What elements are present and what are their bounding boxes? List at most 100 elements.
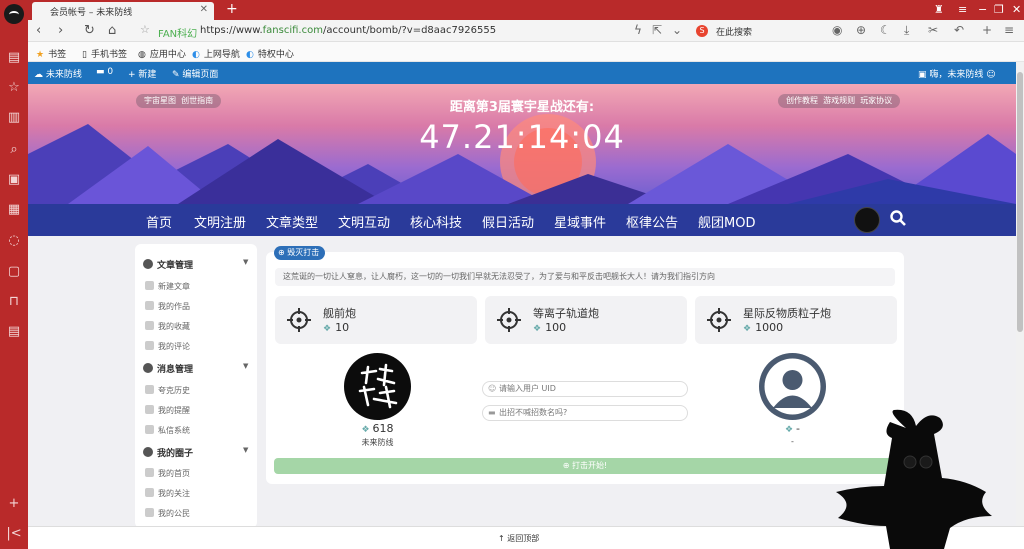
game-icon[interactable]: ⊕ bbox=[856, 23, 866, 37]
site-name-link[interactable]: ☁ 未来防线 bbox=[34, 67, 82, 80]
sidebar-section-title[interactable]: 文章管理 ▼ bbox=[143, 258, 248, 271]
tab-title: 会员帐号 – 未来防线 bbox=[50, 8, 133, 18]
sidebar-item[interactable]: 私信系统 bbox=[145, 425, 190, 436]
flash-icon[interactable]: ϟ bbox=[634, 23, 642, 37]
comments-link[interactable]: ▬ 0 bbox=[96, 67, 113, 77]
sidebar-item[interactable]: 我的作品 bbox=[145, 301, 190, 312]
chat-icon[interactable]: ◌ bbox=[6, 233, 22, 249]
user-greeting[interactable]: ▣ 嗨，未来防线 ☺ bbox=[918, 67, 996, 80]
more-menu-icon[interactable]: ≡ bbox=[1004, 23, 1014, 37]
message-input[interactable]: ▬ 出招不喊招数名吗? bbox=[482, 405, 688, 421]
search-engine-icon: S bbox=[696, 25, 708, 37]
main-nav: 首页 文明注册 文章类型 文明互动 核心科技 假日活动 星域事件 枢律公告 舰团… bbox=[28, 204, 1016, 236]
nav-item[interactable]: 文明注册 bbox=[194, 212, 246, 231]
download-icon[interactable]: ⤓ bbox=[904, 23, 909, 38]
nav-item[interactable]: 首页 bbox=[146, 212, 172, 231]
crosshair-icon bbox=[707, 308, 731, 332]
close-window-icon[interactable]: ✕ bbox=[1012, 3, 1021, 16]
weapon-option[interactable]: 星际反物质粒子炮 ❖ 1000 bbox=[695, 296, 897, 344]
bookmarks-bar: ★ 书签 ▯ 手机书签 ◍ 应用中心 ◐ 上网导航 ◐ 特权中心 bbox=[28, 42, 1024, 62]
nav-item[interactable]: 星域事件 bbox=[554, 212, 606, 231]
shirt-icon[interactable]: ♜ bbox=[934, 3, 944, 16]
sidebar-item[interactable]: 我的关注 bbox=[145, 488, 190, 499]
cart-icon[interactable]: ⊓ bbox=[6, 294, 22, 310]
bulb-icon[interactable]: ◉ bbox=[832, 23, 842, 37]
bookmark-item[interactable]: ★ 书签 bbox=[36, 47, 66, 60]
url-field[interactable]: ☆ FAN科幻 https://www.fanscifi.com/account… bbox=[124, 23, 624, 40]
nav-item[interactable]: 枢律公告 bbox=[626, 212, 678, 231]
menu-icon[interactable]: ≡ bbox=[958, 3, 967, 16]
weapon-name: 舰前炮 bbox=[323, 307, 356, 320]
weapon-option[interactable]: 等离子轨道炮 ❖ 100 bbox=[485, 296, 687, 344]
live-icon[interactable]: ▦ bbox=[6, 202, 22, 218]
forward-icon[interactable]: › bbox=[58, 23, 63, 38]
mail-icon[interactable]: ▢ bbox=[6, 264, 22, 280]
sidebar-item[interactable]: 我的公民 bbox=[145, 508, 190, 519]
scrollbar[interactable] bbox=[1016, 62, 1024, 526]
book-icon[interactable]: ▥ bbox=[6, 110, 22, 126]
add-icon[interactable]: + bbox=[6, 496, 22, 512]
nav-item[interactable]: 假日活动 bbox=[482, 212, 534, 231]
new-link[interactable]: + 新建 bbox=[128, 67, 156, 80]
site-label: FAN科幻 bbox=[158, 29, 198, 40]
nav-item[interactable]: 核心科技 bbox=[410, 212, 462, 231]
notes-icon[interactable]: ▤ bbox=[6, 324, 22, 340]
home-icon[interactable]: ⌂ bbox=[108, 23, 116, 38]
nav-item[interactable]: 舰团MOD bbox=[698, 212, 755, 231]
weapon-cost: ❖ 10 bbox=[323, 321, 350, 334]
restore-icon[interactable]: ❐ bbox=[994, 3, 1004, 16]
crosshair-icon bbox=[287, 308, 311, 332]
countdown-title: 距离第3届寰宇星战还有: bbox=[449, 100, 595, 115]
sidebar-item[interactable]: 我的评论 bbox=[145, 341, 190, 352]
sidebar-item[interactable]: 我的提醒 bbox=[145, 405, 190, 416]
bookmark-star-icon[interactable]: ☆ bbox=[140, 23, 150, 36]
reading-list-icon[interactable]: ▤ bbox=[6, 50, 22, 66]
back-to-top-link[interactable]: ↑ 返回顶部 bbox=[498, 533, 539, 544]
sidebar-item[interactable]: 我的首页 bbox=[145, 468, 190, 479]
browser-logo-icon[interactable] bbox=[4, 4, 24, 24]
weapon-cost: ❖ 1000 bbox=[743, 321, 784, 334]
mascot-image bbox=[836, 409, 992, 549]
video-icon[interactable]: ▣ bbox=[6, 172, 22, 188]
sidebar-item[interactable]: 我的收藏 bbox=[145, 321, 190, 332]
search-placeholder: 在此搜索 bbox=[716, 28, 753, 38]
nav-search-icon[interactable] bbox=[890, 210, 906, 226]
sidebar-section-title[interactable]: 我的圈子 ▼ bbox=[143, 446, 248, 459]
new-tab-icon[interactable]: + bbox=[226, 1, 238, 17]
nav-item[interactable]: 文章类型 bbox=[266, 212, 318, 231]
favorites-icon[interactable]: ☆ bbox=[6, 80, 22, 96]
bookmark-item[interactable]: ▯ 手机书签 bbox=[82, 47, 127, 60]
search-icon[interactable]: ⌕ bbox=[6, 142, 22, 158]
sidebar-item[interactable]: 夸克历史 bbox=[145, 385, 190, 396]
undo-icon[interactable]: ↶ bbox=[954, 23, 964, 37]
collapse-icon[interactable]: |< bbox=[6, 526, 22, 542]
sidebar-section-title[interactable]: 消息管理 ▼ bbox=[143, 362, 248, 375]
scissors-icon[interactable]: ✂ bbox=[928, 23, 938, 37]
bookmark-item[interactable]: ◍ 应用中心 bbox=[138, 47, 186, 60]
bomb-badge: ⊕ 毁灭打击 bbox=[274, 246, 326, 260]
dropdown-icon[interactable]: ⌄ bbox=[672, 23, 682, 37]
sidebar-item[interactable]: 新建文章 bbox=[145, 281, 190, 292]
uid-input[interactable]: ☺ 请输入用户 UID bbox=[482, 381, 688, 397]
edit-page-link[interactable]: ✎ 编辑页面 bbox=[172, 67, 218, 80]
browser-tab[interactable]: 会员帐号 – 未来防线 ✕ bbox=[32, 2, 214, 20]
bookmark-item[interactable]: ◐ 上网导航 bbox=[192, 47, 240, 60]
bomb-notice: 这荒诞的一切让人窒息，让人腐朽，这一切的一切我们早就无法忍受了，为了爱与和平反击… bbox=[275, 268, 895, 286]
nav-item[interactable]: 文明互动 bbox=[338, 212, 390, 231]
fight-button[interactable]: ⊕ 打击开始! bbox=[274, 458, 896, 474]
user-avatar[interactable] bbox=[854, 207, 880, 233]
bookmark-item[interactable]: ◐ 特权中心 bbox=[246, 47, 294, 60]
share-icon[interactable]: ⇱ bbox=[652, 23, 662, 37]
countdown-timer: 47.21:14:04 bbox=[419, 118, 625, 156]
close-tab-icon[interactable]: ✕ bbox=[200, 4, 208, 15]
plus-icon[interactable]: + bbox=[982, 23, 992, 37]
weapon-option[interactable]: 舰前炮 ❖ 10 bbox=[275, 296, 477, 344]
browser-search[interactable]: S 在此搜索 bbox=[696, 23, 826, 39]
moon-icon[interactable]: ☾ bbox=[880, 23, 891, 37]
minimize-icon[interactable]: − bbox=[978, 3, 987, 16]
tab-strip: 会员帐号 – 未来防线 ✕ + ♜ ≡ − ❐ ✕ bbox=[28, 0, 1024, 20]
player-avatar bbox=[344, 353, 411, 420]
back-icon[interactable]: ‹ bbox=[36, 23, 41, 38]
reload-icon[interactable]: ↻ bbox=[84, 23, 95, 38]
weapon-cost: ❖ 100 bbox=[533, 321, 567, 334]
